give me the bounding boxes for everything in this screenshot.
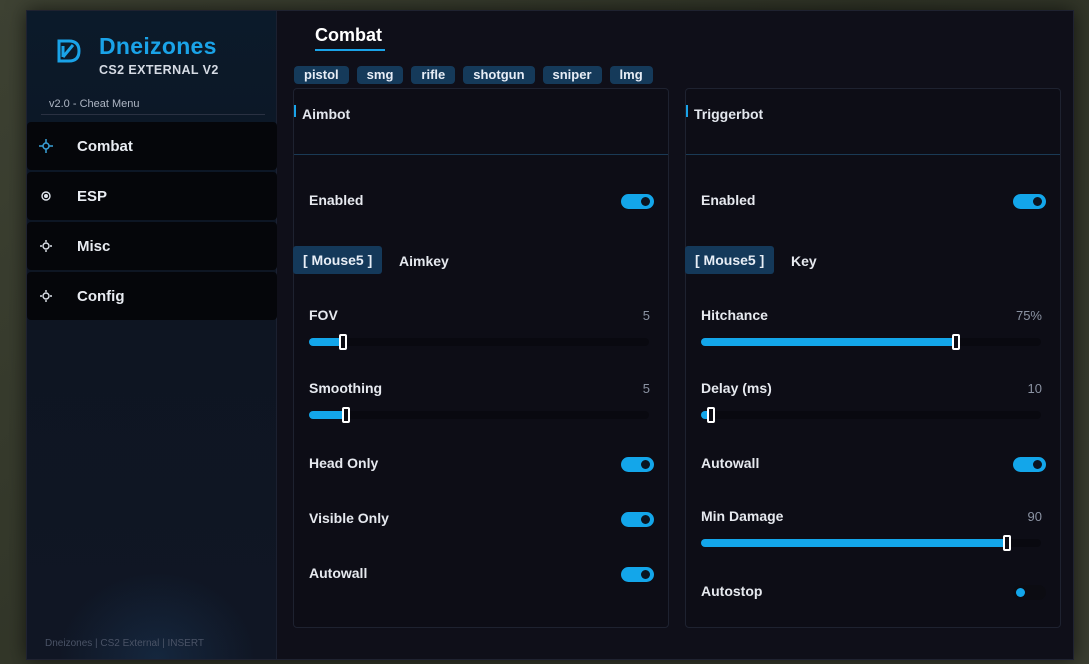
toggle-knob bbox=[641, 570, 650, 579]
gear-icon bbox=[39, 289, 53, 303]
sidebar-item-misc[interactable]: Misc bbox=[27, 222, 277, 270]
delay-slider[interactable] bbox=[701, 407, 1041, 423]
eye-icon bbox=[39, 189, 53, 203]
min-damage-slider[interactable] bbox=[701, 535, 1041, 551]
triggerbot-key-label: Key bbox=[791, 253, 817, 269]
aimbot-key-button[interactable]: [ Mouse5 ] bbox=[293, 246, 383, 274]
sidebar-item-label: Combat bbox=[77, 137, 133, 155]
cheat-menu-window: Dneizones CS2 EXTERNAL V2 v2.0 - Cheat M… bbox=[26, 10, 1074, 660]
slider-fill bbox=[309, 411, 347, 419]
toggle-knob bbox=[641, 197, 650, 206]
fov-value: 5 bbox=[642, 308, 650, 323]
triggerbot-panel: Triggerbot Enabled [ Mouse5 ] Key Hitcha… bbox=[685, 88, 1061, 628]
brand-subtitle: CS2 EXTERNAL V2 bbox=[99, 63, 219, 77]
main-content: Combat pistol smg rifle shotgun sniper l… bbox=[278, 11, 1073, 659]
aimbot-key-label: Aimkey bbox=[399, 253, 449, 269]
autostop-toggle[interactable] bbox=[1013, 585, 1046, 600]
aimbot-autowall-label: Autowall bbox=[309, 565, 368, 581]
brand-name: Dneizones bbox=[99, 33, 217, 59]
min-damage-label: Min Damage bbox=[701, 508, 784, 524]
fov-label: FOV bbox=[309, 307, 338, 323]
head-only-label: Head Only bbox=[309, 455, 379, 471]
autostop-label: Autostop bbox=[701, 583, 763, 599]
slider-thumb[interactable] bbox=[707, 407, 716, 423]
sidebar: Dneizones CS2 EXTERNAL V2 v2.0 - Cheat M… bbox=[27, 11, 277, 659]
version-label: v2.0 - Cheat Menu bbox=[41, 97, 265, 115]
tab-sniper[interactable]: sniper bbox=[542, 66, 602, 84]
slider-fill bbox=[309, 338, 343, 346]
sidebar-item-label: Config bbox=[77, 287, 125, 305]
smoothing-slider[interactable] bbox=[309, 407, 649, 423]
tab-shotgun[interactable]: shotgun bbox=[463, 66, 535, 84]
toggle-knob bbox=[641, 515, 650, 524]
sidebar-item-esp[interactable]: ESP bbox=[27, 172, 277, 220]
delay-label: Delay (ms) bbox=[701, 380, 772, 396]
visible-only-toggle[interactable] bbox=[621, 512, 654, 527]
triggerbot-autowall-label: Autowall bbox=[701, 455, 760, 471]
smoothing-label: Smoothing bbox=[309, 380, 383, 396]
hitchance-slider[interactable] bbox=[701, 334, 1041, 350]
aimbot-panel-header: Aimbot bbox=[294, 89, 668, 155]
slider-thumb[interactable] bbox=[1003, 535, 1011, 551]
tab-smg[interactable]: smg bbox=[356, 66, 404, 84]
hitchance-value: 75% bbox=[1015, 308, 1042, 323]
slider-fill bbox=[701, 338, 956, 346]
fov-slider[interactable] bbox=[309, 334, 649, 350]
visible-only-label: Visible Only bbox=[309, 510, 389, 526]
aimbot-enabled-label: Enabled bbox=[309, 192, 364, 208]
slider-thumb[interactable] bbox=[952, 334, 960, 350]
triggerbot-enabled-toggle[interactable] bbox=[1013, 194, 1046, 209]
tab-rifle[interactable]: rifle bbox=[411, 66, 456, 84]
toggle-knob bbox=[1033, 197, 1042, 206]
slider-fill bbox=[701, 539, 1007, 547]
crosshair-icon bbox=[39, 139, 53, 153]
slider-thumb[interactable] bbox=[342, 407, 351, 423]
weapon-tabs: pistol smg rifle shotgun sniper lmg bbox=[294, 66, 653, 84]
aimbot-panel: Aimbot Enabled [ Mouse5 ] Aimkey FOV 5 S… bbox=[293, 88, 669, 628]
toggle-knob bbox=[641, 460, 650, 469]
sidebar-item-config[interactable]: Config bbox=[27, 272, 277, 320]
toggle-knob bbox=[1033, 460, 1042, 469]
delay-value: 10 bbox=[1027, 381, 1042, 396]
triggerbot-title: Triggerbot bbox=[694, 106, 764, 122]
aimbot-enabled-toggle[interactable] bbox=[621, 194, 654, 209]
triggerbot-key-button[interactable]: [ Mouse5 ] bbox=[685, 246, 775, 274]
aimbot-title: Aimbot bbox=[302, 106, 351, 122]
sidebar-item-combat[interactable]: Combat bbox=[27, 122, 277, 170]
min-damage-value: 90 bbox=[1027, 509, 1042, 524]
tab-pistol[interactable]: pistol bbox=[294, 66, 349, 84]
sidebar-item-label: ESP bbox=[77, 187, 108, 205]
sidebar-item-label: Misc bbox=[77, 237, 111, 255]
toggle-knob bbox=[1016, 588, 1025, 597]
aimbot-autowall-toggle[interactable] bbox=[621, 567, 654, 582]
logo-icon bbox=[57, 39, 81, 63]
triggerbot-autowall-toggle[interactable] bbox=[1013, 457, 1046, 472]
page-title: Combat bbox=[315, 25, 382, 45]
tab-lmg[interactable]: lmg bbox=[609, 66, 653, 84]
triggerbot-panel-header: Triggerbot bbox=[686, 89, 1060, 155]
triggerbot-enabled-label: Enabled bbox=[701, 192, 756, 208]
gear-icon bbox=[39, 239, 53, 253]
sidebar-footer: Dneizones | CS2 External | INSERT bbox=[45, 638, 204, 649]
hitchance-label: Hitchance bbox=[701, 307, 768, 323]
head-only-toggle[interactable] bbox=[621, 457, 654, 472]
title-underline bbox=[315, 49, 385, 51]
smoothing-value: 5 bbox=[642, 381, 650, 396]
slider-thumb[interactable] bbox=[339, 334, 347, 350]
